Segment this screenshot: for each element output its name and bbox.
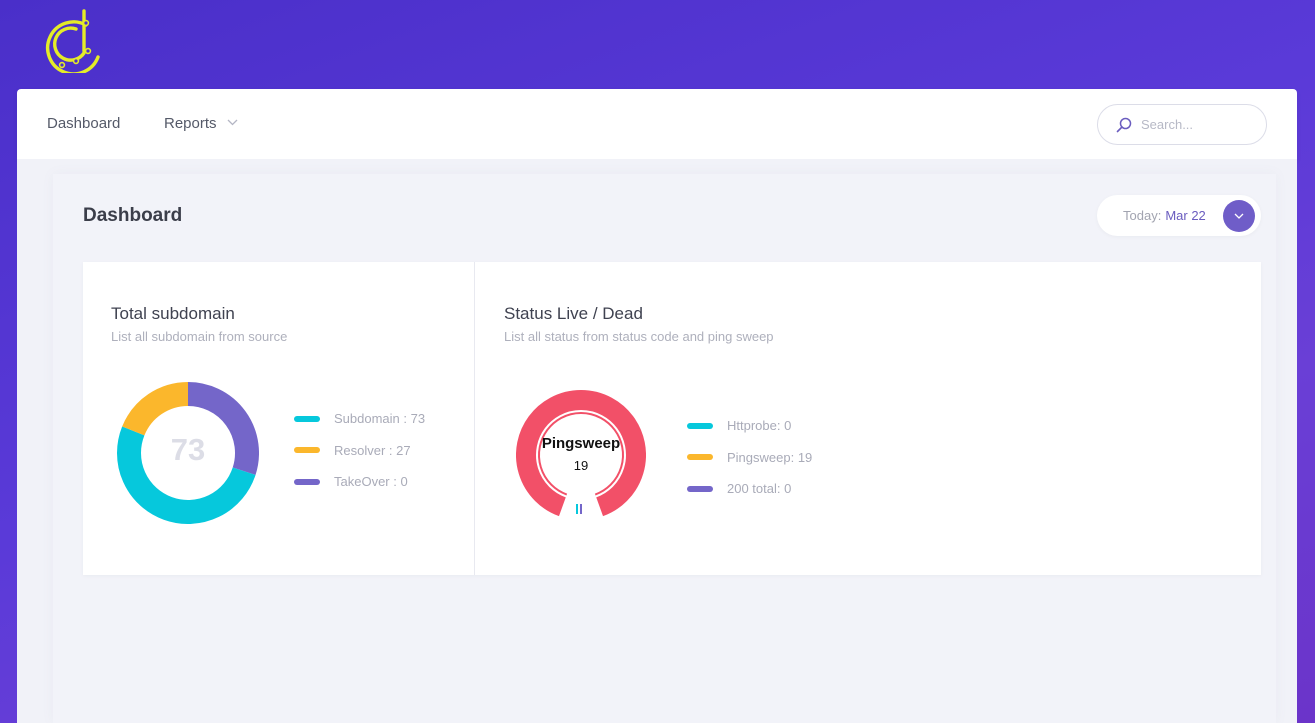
legend-label: Subdomain : 73 [334, 411, 426, 427]
legend-item: Subdomain : 73 [294, 403, 425, 435]
nav-item-dashboard-label: Dashboard [47, 115, 121, 132]
radial-bar-pingsweep [516, 390, 646, 517]
date-label: Today: [1123, 208, 1162, 223]
nav-item-reports[interactable]: Reports [164, 115, 238, 132]
legend-item: Pingsweep: 19 [687, 442, 812, 474]
main-content: Dashboard Today: Mar 22 Total subdomain … [17, 159, 1297, 723]
date-filter[interactable]: Today: Mar 22 [1097, 195, 1261, 236]
total-subdomain-card: Total subdomain List all subdomain from … [83, 262, 475, 575]
search-box [1097, 104, 1267, 145]
subdomain-legend: Subdomain : 73 Resolver : 27 TakeOver : … [294, 403, 425, 498]
legend-swatch [294, 415, 320, 422]
card-subtitle: List all status from status code and pin… [504, 329, 774, 344]
legend-label: Resolver : 27 [334, 442, 411, 458]
legend-label: Pingsweep: 19 [727, 449, 813, 465]
search-input[interactable] [1141, 117, 1251, 132]
donut-total-label: 73 [170, 432, 206, 467]
legend-item: TakeOver : 0 [294, 466, 425, 498]
legend-label: TakeOver : 0 [334, 474, 408, 490]
card-title: Status Live / Dead [504, 304, 643, 323]
status-radial-chart [516, 390, 646, 517]
status-legend: Httprobe: 0 Pingsweep: 19 200 total: 0 [687, 410, 812, 505]
chevron-down-icon [1234, 213, 1244, 219]
legend-swatch [687, 422, 713, 429]
radial-track-ring [538, 412, 624, 496]
legend-label: Httprobe: 0 [727, 418, 792, 434]
app-logo[interactable] [36, 7, 102, 76]
legend-item: Httprobe: 0 [687, 410, 812, 442]
legend-label: 200 total: 0 [727, 481, 792, 497]
status-live-dead-card: Status Live / Dead List all status from … [476, 262, 1261, 575]
legend-swatch [687, 485, 713, 492]
nav-item-reports-label: Reports [164, 115, 217, 132]
nav-item-dashboard[interactable]: Dashboard [47, 115, 120, 132]
slice-resolver [122, 382, 189, 436]
logo-icon [45, 9, 100, 76]
legend-item: 200 total: 0 [687, 473, 812, 505]
date-dropdown-button[interactable] [1223, 200, 1255, 232]
radial-center-value: 19 [573, 458, 589, 473]
legend-swatch [294, 478, 320, 485]
page-title: Dashboard [83, 205, 183, 226]
stats-cards: Total subdomain List all subdomain from … [83, 262, 1261, 575]
chevron-down-icon [227, 119, 237, 126]
top-nav-bar: Dashboard Reports [17, 89, 1297, 159]
legend-item: Resolver : 27 [294, 435, 425, 467]
search-icon[interactable] [1116, 117, 1132, 133]
date-value: Mar 22 [1165, 208, 1206, 223]
card-title: Total subdomain [111, 304, 235, 323]
legend-swatch [687, 454, 713, 461]
radial-center-title: Pingsweep [541, 435, 621, 452]
card-subtitle: List all subdomain from source [111, 329, 288, 344]
legend-swatch [294, 447, 320, 454]
